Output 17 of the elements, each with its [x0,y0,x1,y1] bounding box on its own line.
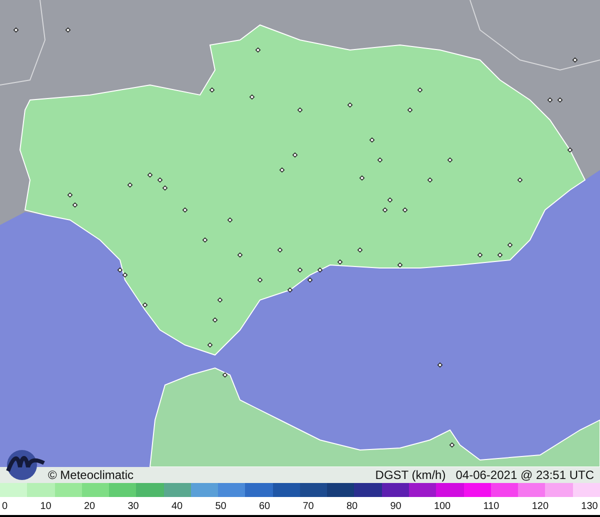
scale-label: 110 [483,501,500,514]
copyright-text: © Meteoclimatic [48,468,134,482]
scale-label: 50 [215,501,226,514]
scale-label: 120 [532,501,549,514]
scale-label: 70 [302,501,314,514]
scale-label: 80 [346,501,358,514]
scale-label: 60 [258,501,270,514]
scale-label: 20 [84,501,96,514]
scale-label: 130 [581,501,598,514]
scale-label: 10 [40,501,52,514]
variable-label: DGST (km/h) [375,468,446,482]
scale-label: 40 [171,501,183,514]
scale-label: 100 [434,501,451,514]
scale-label: 30 [128,501,139,514]
scale-label: 0 [2,501,8,514]
scale-label: 90 [390,501,402,514]
timestamp: 04-06-2021 @ 23:51 UTC [456,468,594,482]
